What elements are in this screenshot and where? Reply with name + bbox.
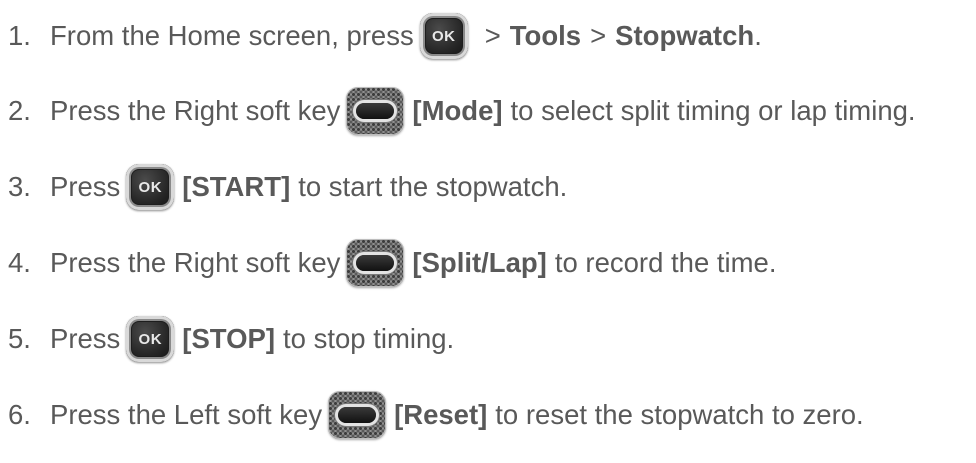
key-label-mode: [Mode] — [412, 95, 503, 126]
step-5: 5. Press OK [STOP] to stop timing. — [8, 313, 454, 365]
step-text-post: to select split timing or lap timing. — [510, 95, 916, 126]
step-number: 2. — [8, 95, 31, 126]
key-label-stop: [STOP] — [182, 323, 275, 354]
step-3: 3. Press OK [START] to start the stopwat… — [8, 161, 567, 213]
step-6: 6. Press the Left soft key [Reset] to re… — [8, 389, 864, 441]
right-soft-key-icon — [346, 239, 405, 287]
step-text-post: to start the stopwatch. — [298, 171, 568, 202]
stopwatch-instructions: 1. From the Home screen, press OK > Tool… — [0, 0, 976, 463]
step-text: Press the Right soft key — [50, 95, 341, 126]
step-4: 4. Press the Right soft key [Split/Lap] … — [8, 237, 776, 289]
step-1: 1. From the Home screen, press OK > Tool… — [8, 10, 762, 62]
menu-item-tools: Tools — [509, 20, 582, 51]
step-number: 3. — [8, 171, 31, 202]
ok-key-icon: OK — [126, 164, 175, 210]
ok-key-label: OK — [138, 330, 163, 348]
step-number: 1. — [8, 20, 31, 51]
soft-key-pill — [338, 407, 377, 423]
ok-key-icon: OK — [419, 13, 468, 59]
menu-separator: > — [590, 20, 607, 51]
ok-key-icon: OK — [126, 316, 175, 362]
step-text: Press the Right soft key — [50, 247, 341, 278]
right-soft-key-icon — [346, 87, 405, 135]
step-2: 2. Press the Right soft key [Mode] to se… — [8, 85, 916, 137]
step-number: 5. — [8, 323, 31, 354]
key-label-split-lap: [Split/Lap] — [412, 247, 547, 278]
step-text: Press the Left soft key — [50, 399, 323, 430]
step-number: 6. — [8, 399, 31, 430]
soft-key-pill — [356, 255, 395, 271]
step-text: From the Home screen, press — [50, 20, 414, 51]
step-text: Press — [50, 171, 121, 202]
ok-key-label: OK — [431, 27, 456, 45]
step-text-post: to stop timing. — [283, 323, 455, 354]
step-number: 4. — [8, 247, 31, 278]
step-text-post: to record the time. — [554, 247, 777, 278]
left-soft-key-icon — [328, 391, 387, 439]
menu-separator: > — [484, 20, 501, 51]
step-end-punctuation: . — [754, 20, 762, 51]
soft-key-pill — [356, 103, 395, 119]
key-label-start: [START] — [182, 171, 291, 202]
ok-key-label: OK — [138, 178, 163, 196]
menu-item-stopwatch: Stopwatch — [615, 20, 755, 51]
step-text-post: to reset the stopwatch to zero. — [495, 399, 864, 430]
key-label-reset: [Reset] — [394, 399, 488, 430]
step-text: Press — [50, 323, 121, 354]
